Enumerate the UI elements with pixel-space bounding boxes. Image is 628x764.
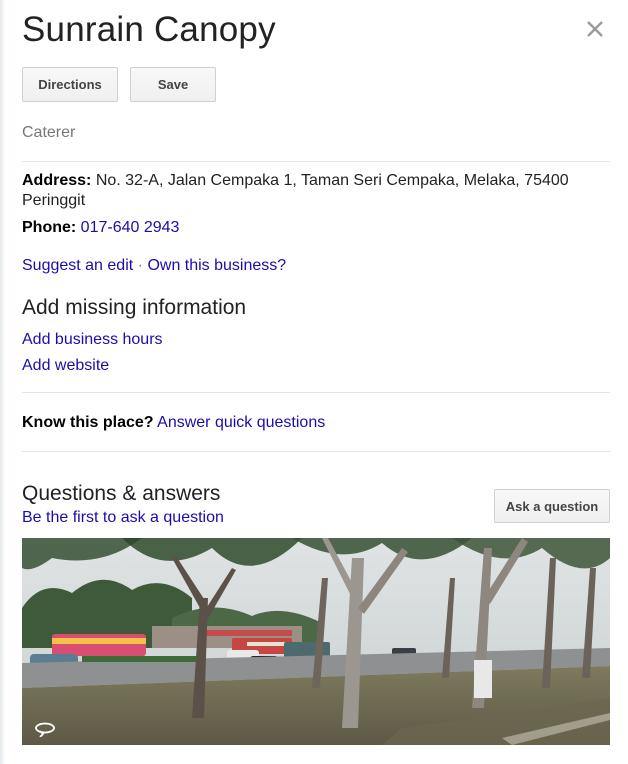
place-info-panel: Sunrain Canopy Directions Save Caterer A… bbox=[0, 0, 628, 764]
save-button[interactable]: Save bbox=[130, 67, 216, 102]
know-place-row: Know this place? Answer quick questions bbox=[22, 413, 325, 433]
answer-questions-link[interactable]: Answer quick questions bbox=[157, 414, 325, 431]
first-question-link[interactable]: Be the first to ask a question bbox=[22, 509, 224, 526]
place-title: Sunrain Canopy bbox=[22, 10, 276, 49]
edit-links-row: Suggest an edit · Own this business? bbox=[22, 256, 286, 276]
address-value: No. 32-A, Jalan Cempaka 1, Taman Seri Ce… bbox=[95, 172, 569, 189]
place-photo[interactable] bbox=[22, 538, 610, 745]
link-separator: · bbox=[137, 257, 143, 274]
map-edge bbox=[0, 0, 4, 764]
divider bbox=[22, 161, 610, 162]
close-icon bbox=[587, 21, 603, 37]
qa-first-row: Be the first to ask a question bbox=[22, 508, 224, 528]
directions-button[interactable]: Directions bbox=[22, 67, 118, 102]
360-panorama-icon bbox=[35, 722, 55, 737]
know-place-label: Know this place? bbox=[22, 414, 154, 431]
add-website-row: Add website bbox=[22, 356, 109, 376]
missing-info-heading: Add missing information bbox=[22, 296, 247, 319]
add-business-hours-link[interactable]: Add business hours bbox=[22, 331, 163, 348]
phone-row: Phone: 017-640 2943 bbox=[22, 218, 179, 238]
divider bbox=[22, 392, 610, 393]
address-label: Address: bbox=[22, 172, 92, 189]
own-business-link[interactable]: Own this business? bbox=[147, 257, 286, 274]
suggest-edit-link[interactable]: Suggest an edit bbox=[22, 257, 133, 274]
street-view-image bbox=[22, 538, 610, 745]
address-value-line2: Peringgit bbox=[22, 192, 86, 209]
add-hours-row: Add business hours bbox=[22, 330, 163, 350]
phone-label: Phone: bbox=[22, 219, 77, 236]
divider bbox=[22, 451, 610, 452]
phone-link[interactable]: 017-640 2943 bbox=[81, 219, 180, 236]
address-row: Address: No. 32-A, Jalan Cempaka 1, Tama… bbox=[22, 171, 582, 211]
add-website-link[interactable]: Add website bbox=[22, 357, 109, 374]
qa-heading: Questions & answers bbox=[22, 482, 221, 505]
ask-question-button[interactable]: Ask a question bbox=[494, 489, 610, 523]
close-button[interactable] bbox=[582, 16, 608, 42]
place-category: Caterer bbox=[22, 124, 76, 141]
